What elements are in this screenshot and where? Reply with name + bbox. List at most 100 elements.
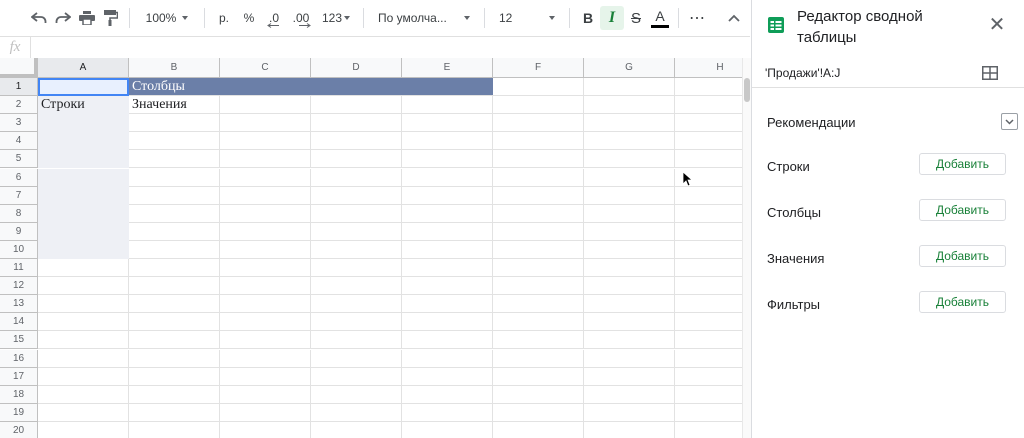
cell-a2[interactable]: Строки — [38, 96, 129, 115]
cell-d9[interactable] — [311, 222, 402, 241]
cell-b6[interactable] — [129, 168, 220, 187]
cell-b9[interactable] — [129, 222, 220, 241]
column-header-b[interactable]: B — [129, 58, 220, 78]
cell-h9[interactable] — [675, 223, 742, 241]
row-header-7[interactable]: 7 — [0, 186, 38, 205]
cell-h2[interactable] — [675, 96, 742, 115]
bold-button[interactable]: B — [576, 6, 600, 30]
cell-f3[interactable] — [493, 114, 584, 133]
cell-e13[interactable] — [402, 295, 493, 314]
column-header-a[interactable]: A — [38, 58, 129, 78]
recommendations-toggle[interactable] — [1001, 113, 1018, 130]
cell-b7[interactable] — [129, 186, 220, 205]
cell-h15[interactable] — [675, 331, 742, 350]
row-header-12[interactable]: 12 — [0, 277, 38, 296]
cell-c12[interactable] — [220, 277, 311, 296]
cell-b12[interactable] — [129, 277, 220, 296]
cell-e11[interactable] — [402, 259, 493, 278]
cell-f9[interactable] — [493, 222, 584, 241]
column-header-g[interactable]: G — [584, 58, 675, 78]
cell-g8[interactable] — [584, 204, 675, 223]
cell-c4[interactable] — [220, 132, 311, 151]
data-range[interactable]: 'Продажи'!A:J — [765, 66, 840, 80]
cell-d7[interactable] — [311, 186, 402, 205]
row-header-18[interactable]: 18 — [0, 385, 38, 404]
cell-f4[interactable] — [493, 132, 584, 151]
cell-h11[interactable] — [675, 259, 742, 278]
row-header-16[interactable]: 16 — [0, 349, 38, 368]
cell-g19[interactable] — [584, 403, 675, 422]
text-color-button[interactable]: A — [648, 6, 672, 30]
cell-h12[interactable] — [675, 277, 742, 296]
cell-e6[interactable] — [402, 168, 493, 187]
cell-f14[interactable] — [493, 313, 584, 332]
row-header-19[interactable]: 19 — [0, 403, 38, 422]
cell-c18[interactable] — [220, 385, 311, 404]
row-header-4[interactable]: 4 — [0, 132, 38, 151]
cell-a14[interactable] — [38, 313, 129, 332]
cell-b3[interactable] — [129, 114, 220, 133]
row-header-17[interactable]: 17 — [0, 367, 38, 386]
add-columns-button[interactable]: Добавить — [919, 199, 1006, 221]
collapse-chevron-icon[interactable] — [722, 6, 746, 30]
cell-c1[interactable] — [220, 78, 311, 97]
cell-a20[interactable] — [38, 421, 129, 438]
cell-d13[interactable] — [311, 295, 402, 314]
row-header-8[interactable]: 8 — [0, 204, 38, 223]
cell-b19[interactable] — [129, 403, 220, 422]
cell-f18[interactable] — [493, 385, 584, 404]
cell-g14[interactable] — [584, 313, 675, 332]
row-header-6[interactable]: 6 — [0, 168, 38, 187]
cell-a4[interactable] — [38, 132, 129, 151]
cell-c8[interactable] — [220, 204, 311, 223]
cell-g5[interactable] — [584, 150, 675, 169]
close-icon[interactable]: ✕ — [988, 15, 1006, 35]
cell-e19[interactable] — [402, 403, 493, 422]
column-header-c[interactable]: C — [220, 58, 311, 78]
redo-icon[interactable] — [51, 6, 75, 30]
cell-b4[interactable] — [129, 132, 220, 151]
cell-g7[interactable] — [584, 186, 675, 205]
cell-a11[interactable] — [38, 259, 129, 278]
print-icon[interactable] — [75, 6, 99, 30]
cell-d20[interactable] — [311, 421, 402, 438]
cell-e3[interactable] — [402, 114, 493, 133]
cell-d2[interactable] — [311, 96, 402, 115]
cell-c14[interactable] — [220, 313, 311, 332]
cell-a1[interactable] — [38, 78, 129, 97]
zoom-select[interactable]: 100% — [136, 6, 198, 30]
cell-b5[interactable] — [129, 150, 220, 169]
cell-h13[interactable] — [675, 295, 742, 314]
cell-a17[interactable] — [38, 367, 129, 386]
cell-e5[interactable] — [402, 150, 493, 169]
cell-c16[interactable] — [220, 349, 311, 368]
cell-c13[interactable] — [220, 295, 311, 314]
cell-h18[interactable] — [675, 386, 742, 404]
strikethrough-button[interactable]: S — [624, 6, 648, 30]
cell-e14[interactable] — [402, 313, 493, 332]
cell-f12[interactable] — [493, 277, 584, 296]
cell-g6[interactable] — [584, 168, 675, 187]
cell-h10[interactable] — [675, 241, 742, 259]
cell-g15[interactable] — [584, 331, 675, 350]
cell-d12[interactable] — [311, 277, 402, 296]
undo-icon[interactable] — [27, 6, 51, 30]
cell-h3[interactable] — [675, 114, 742, 133]
cell-a15[interactable] — [38, 331, 129, 350]
cell-a13[interactable] — [38, 295, 129, 314]
cell-b13[interactable] — [129, 295, 220, 314]
cell-d3[interactable] — [311, 114, 402, 133]
column-header-h[interactable]: H — [675, 58, 742, 78]
cell-g9[interactable] — [584, 222, 675, 241]
cell-c10[interactable] — [220, 240, 311, 259]
add-filters-button[interactable]: Добавить — [919, 291, 1006, 313]
cell-d11[interactable] — [311, 259, 402, 278]
cell-a12[interactable] — [38, 277, 129, 296]
cell-g2[interactable] — [584, 96, 675, 115]
cell-c3[interactable] — [220, 114, 311, 133]
cell-b16[interactable] — [129, 349, 220, 368]
cell-b17[interactable] — [129, 367, 220, 386]
cell-c2[interactable] — [220, 96, 311, 115]
cell-e10[interactable] — [402, 240, 493, 259]
row-header-5[interactable]: 5 — [0, 150, 38, 169]
